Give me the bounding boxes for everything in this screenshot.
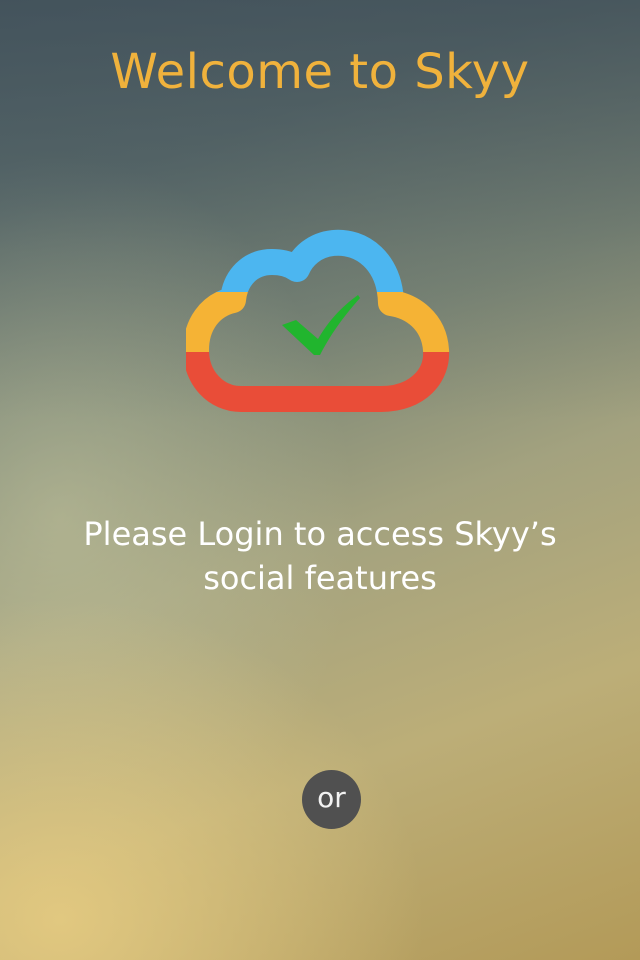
login-screen: Welcome to Skyy Please Login to access S… [0, 0, 640, 960]
cloud-check-icon [186, 222, 456, 418]
login-prompt-text: Please Login to access Skyy’s social fea… [83, 515, 557, 597]
page-title: Welcome to Skyy [110, 44, 530, 100]
or-label: or [317, 781, 346, 814]
or-divider-badge: or [302, 770, 361, 829]
